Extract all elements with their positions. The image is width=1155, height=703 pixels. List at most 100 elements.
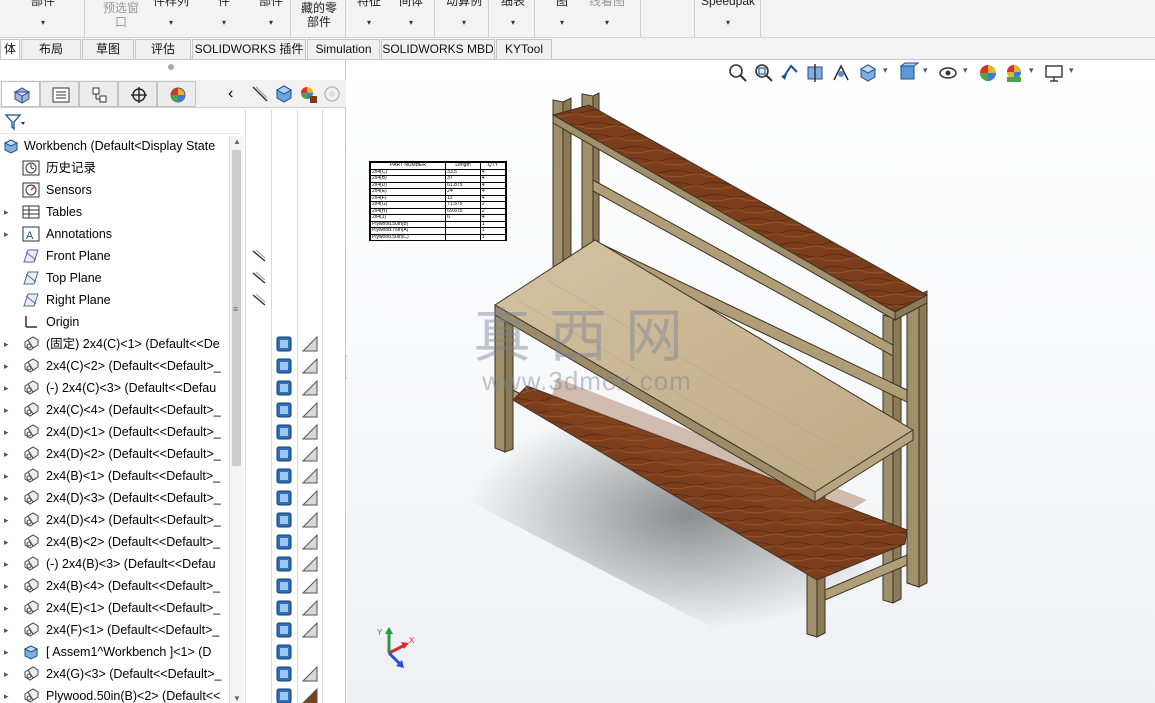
appearance-wedge-icon[interactable] bbox=[302, 468, 318, 484]
expand-arrow-icon[interactable]: ▸ bbox=[4, 465, 9, 487]
expand-arrow-icon[interactable]: ▸ bbox=[4, 223, 9, 245]
expand-arrow-icon[interactable]: ▸ bbox=[4, 443, 9, 465]
tree-item[interactable]: Front Plane bbox=[0, 245, 230, 267]
tree-item[interactable]: ▸ A Annotations bbox=[0, 223, 230, 245]
scene-icon[interactable] bbox=[322, 84, 342, 104]
expand-arrow-icon[interactable]: ▸ bbox=[4, 597, 9, 619]
display-mode-cube-icon[interactable] bbox=[274, 84, 294, 104]
ribbon-command-0[interactable]: 部件 ▾ bbox=[28, 0, 58, 32]
tree-item[interactable]: ▸ (-) 2x4(C)<3> (Default<<Defau bbox=[0, 377, 230, 399]
tree-item[interactable]: ▸ 2x4(D)<4> (Default<<Default>_ bbox=[0, 509, 230, 531]
tab-3[interactable]: 评估 bbox=[135, 39, 191, 59]
tab-dimxpert-manager[interactable] bbox=[118, 81, 157, 107]
tree-item[interactable]: ▸ Tables bbox=[0, 201, 230, 223]
hidden-eye-icon[interactable] bbox=[251, 248, 267, 264]
ribbon-command-12[interactable]: Speedpak ▾ bbox=[700, 0, 756, 32]
tree-item[interactable]: ▸ (固定) 2x4(C)<1> (Default<<De bbox=[0, 333, 230, 355]
tree-item[interactable]: 历史记录 bbox=[0, 157, 230, 179]
ribbon-command-7[interactable]: 间体 ▾ bbox=[396, 0, 426, 32]
expand-arrow-icon[interactable]: ▸ bbox=[4, 531, 9, 553]
tree-item[interactable]: ▸ 2x4(D)<2> (Default<<Default>_ bbox=[0, 443, 230, 465]
ribbon-command-8[interactable]: 动算例 ▾ bbox=[444, 0, 484, 32]
ribbon-command-10[interactable]: 图 ▾ bbox=[552, 0, 572, 32]
display-state-cube-icon[interactable] bbox=[276, 688, 292, 703]
tab-configuration-manager[interactable] bbox=[79, 81, 118, 107]
appearance-wedge-icon[interactable] bbox=[302, 688, 318, 703]
expand-arrow-icon[interactable]: ▸ bbox=[4, 333, 9, 355]
tab-0[interactable]: 体 bbox=[0, 39, 20, 59]
appearance-wedge-icon[interactable] bbox=[302, 424, 318, 440]
tree-scrollbar[interactable]: ▲ ≡ ▼ bbox=[229, 136, 243, 703]
appearance-wedge-icon[interactable] bbox=[302, 512, 318, 528]
dropdown-arrow-icon[interactable]: ▾ bbox=[212, 16, 236, 30]
appearance-wedge-icon[interactable] bbox=[302, 490, 318, 506]
tree-item[interactable]: ▸ 2x4(B)<4> (Default<<Default>_ bbox=[0, 575, 230, 597]
tree-item[interactable]: Origin bbox=[0, 311, 230, 333]
tree-item[interactable]: ▸ 2x4(C)<2> (Default<<Default>_ bbox=[0, 355, 230, 377]
tab-4[interactable]: SOLIDWORKS 插件 bbox=[192, 39, 306, 59]
scroll-down-arrow-icon[interactable]: ▼ bbox=[233, 694, 241, 703]
tree-item[interactable]: Top Plane bbox=[0, 267, 230, 289]
display-state-cube-icon[interactable] bbox=[276, 600, 292, 616]
display-state-cube-icon[interactable] bbox=[276, 358, 292, 374]
scroll-up-arrow-icon[interactable]: ▲ bbox=[233, 137, 241, 146]
dropdown-arrow-icon[interactable]: ▾ bbox=[150, 16, 192, 30]
display-state-cube-icon[interactable] bbox=[276, 644, 292, 660]
expand-arrow-icon[interactable]: ▸ bbox=[4, 553, 9, 575]
dropdown-arrow-icon[interactable]: ▾ bbox=[552, 16, 572, 30]
expand-arrow-icon[interactable]: ▸ bbox=[4, 487, 9, 509]
display-state-cube-icon[interactable] bbox=[276, 666, 292, 682]
tab-feature-manager[interactable] bbox=[1, 81, 40, 107]
display-state-cube-icon[interactable] bbox=[276, 490, 292, 506]
ribbon-command-4[interactable]: 部件 ▾ bbox=[256, 0, 286, 32]
tree-item[interactable]: ▸ 2x4(D)<3> (Default<<Default>_ bbox=[0, 487, 230, 509]
display-state-cube-icon[interactable] bbox=[276, 578, 292, 594]
tree-item[interactable]: ▸ (-) 2x4(B)<3> (Default<<Defau bbox=[0, 553, 230, 575]
expand-arrow-icon[interactable]: ▸ bbox=[4, 421, 9, 443]
tab-5[interactable]: Simulation bbox=[307, 39, 380, 59]
appearance-wedge-icon[interactable] bbox=[302, 402, 318, 418]
expand-arrow-icon[interactable]: ▸ bbox=[4, 355, 9, 377]
tab-6[interactable]: SOLIDWORKS MBD bbox=[381, 39, 495, 59]
expand-arrow-icon[interactable]: ▸ bbox=[4, 685, 9, 703]
tree-item[interactable]: ▸ 2x4(F)<1> (Default<<Default>_ bbox=[0, 619, 230, 641]
dropdown-arrow-icon[interactable]: ▾ bbox=[396, 16, 426, 30]
tree-item[interactable]: ▸ 2x4(C)<4> (Default<<Default>_ bbox=[0, 399, 230, 421]
display-state-cube-icon[interactable] bbox=[276, 336, 292, 352]
dropdown-arrow-icon[interactable]: ▾ bbox=[354, 16, 384, 30]
ribbon-command-5[interactable]: 藏的零 部件 bbox=[298, 1, 340, 37]
display-state-cube-icon[interactable] bbox=[276, 512, 292, 528]
appearance-wedge-icon[interactable] bbox=[302, 556, 318, 572]
expand-arrow-icon[interactable]: ▸ bbox=[4, 663, 9, 685]
appearance-icon[interactable] bbox=[298, 84, 318, 104]
tab-2[interactable]: 草图 bbox=[82, 39, 134, 59]
appearance-wedge-icon[interactable] bbox=[302, 358, 318, 374]
display-state-cube-icon[interactable] bbox=[276, 402, 292, 418]
expand-arrow-icon[interactable]: ▸ bbox=[4, 641, 9, 663]
appearance-wedge-icon[interactable] bbox=[302, 622, 318, 638]
appearance-wedge-icon[interactable] bbox=[302, 600, 318, 616]
ribbon-command-11[interactable]: 线着图 ▾ bbox=[586, 0, 628, 32]
ribbon-command-1[interactable]: 预选窗口 bbox=[100, 1, 142, 37]
dropdown-arrow-icon[interactable]: ▾ bbox=[256, 16, 286, 30]
display-state-cube-icon[interactable] bbox=[276, 424, 292, 440]
tab-1[interactable]: 布局 bbox=[21, 39, 81, 59]
expand-arrow-icon[interactable]: ▸ bbox=[4, 399, 9, 421]
tab-7[interactable]: KYTool bbox=[496, 39, 552, 59]
tree-item[interactable]: Sensors bbox=[0, 179, 230, 201]
tree-item[interactable]: ▸ 2x4(E)<1> (Default<<Default>_ bbox=[0, 597, 230, 619]
ribbon-command-2[interactable]: 件样列 ▾ bbox=[150, 0, 192, 32]
appearance-wedge-icon[interactable] bbox=[302, 336, 318, 352]
ribbon-command-6[interactable]: 特征 ▾ bbox=[354, 0, 384, 32]
display-state-cube-icon[interactable] bbox=[276, 622, 292, 638]
dropdown-arrow-icon[interactable]: ▾ bbox=[700, 16, 756, 30]
panel-collapse-handle[interactable] bbox=[168, 64, 174, 70]
tree-item[interactable]: ▸ 2x4(D)<1> (Default<<Default>_ bbox=[0, 421, 230, 443]
dropdown-arrow-icon[interactable]: ▾ bbox=[444, 16, 484, 30]
appearance-wedge-icon[interactable] bbox=[302, 666, 318, 682]
hide-show-icon[interactable] bbox=[250, 84, 270, 104]
tree-item[interactable]: ▸ Plywood.50in(B)<2> (Default<< bbox=[0, 685, 230, 703]
appearance-wedge-icon[interactable] bbox=[302, 446, 318, 462]
tree-root-assembly[interactable]: Workbench (Default<Display State bbox=[0, 135, 230, 157]
expand-arrow-icon[interactable]: ▸ bbox=[4, 619, 9, 641]
